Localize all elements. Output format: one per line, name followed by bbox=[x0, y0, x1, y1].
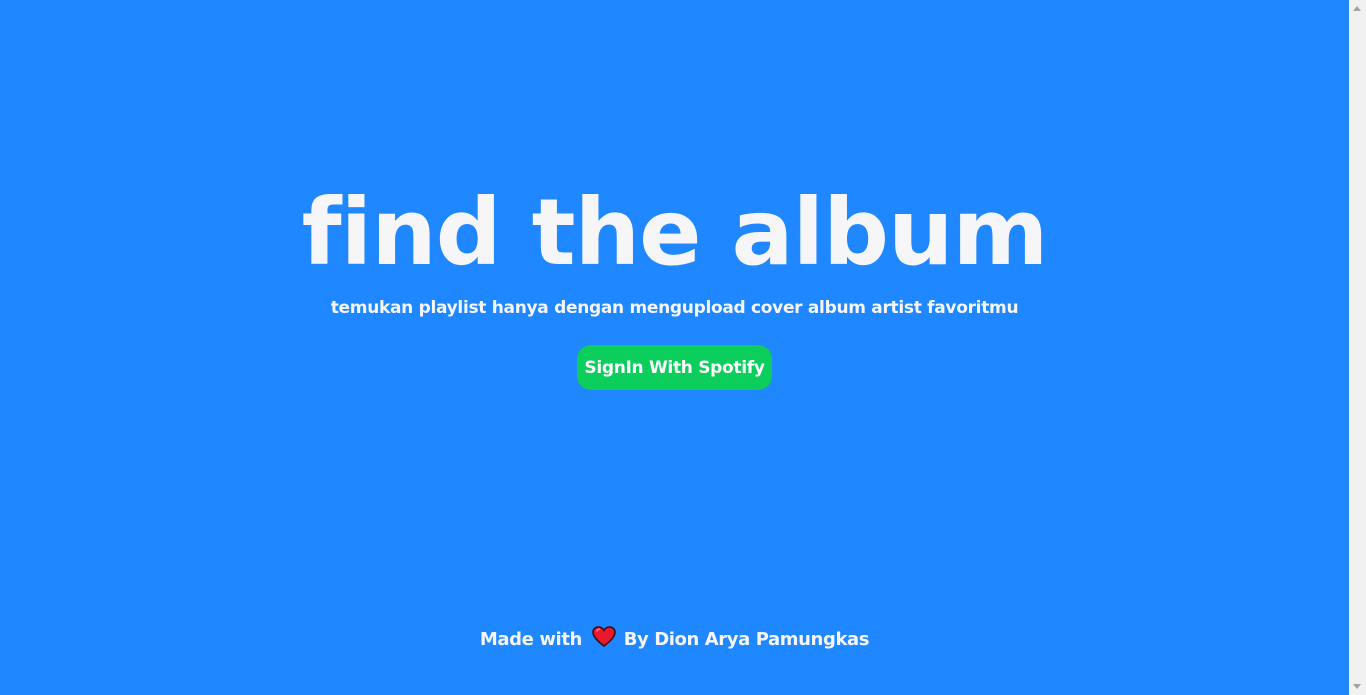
footer-made-with: Made with bbox=[479, 629, 582, 650]
scroll-up-icon[interactable] bbox=[1353, 6, 1361, 11]
main-content: find the album temukan playlist hanya de… bbox=[0, 0, 1349, 695]
footer-author: By Dion Arya Pamungkas bbox=[623, 629, 870, 650]
scroll-thumb[interactable] bbox=[1351, 17, 1364, 677]
landing-page: find the album temukan playlist hanya de… bbox=[0, 0, 1366, 695]
vertical-scrollbar[interactable] bbox=[1349, 0, 1366, 695]
scroll-down-icon[interactable] bbox=[1353, 684, 1361, 689]
signin-spotify-button[interactable]: SignIn With Spotify bbox=[577, 345, 772, 390]
hero-subtitle: temukan playlist hanya dengan mengupload… bbox=[330, 298, 1019, 318]
hero-title: find the album bbox=[301, 179, 1049, 286]
footer-credit: Made with By Dion Arya Pamungkas bbox=[0, 626, 1349, 652]
heart-icon bbox=[592, 626, 616, 648]
